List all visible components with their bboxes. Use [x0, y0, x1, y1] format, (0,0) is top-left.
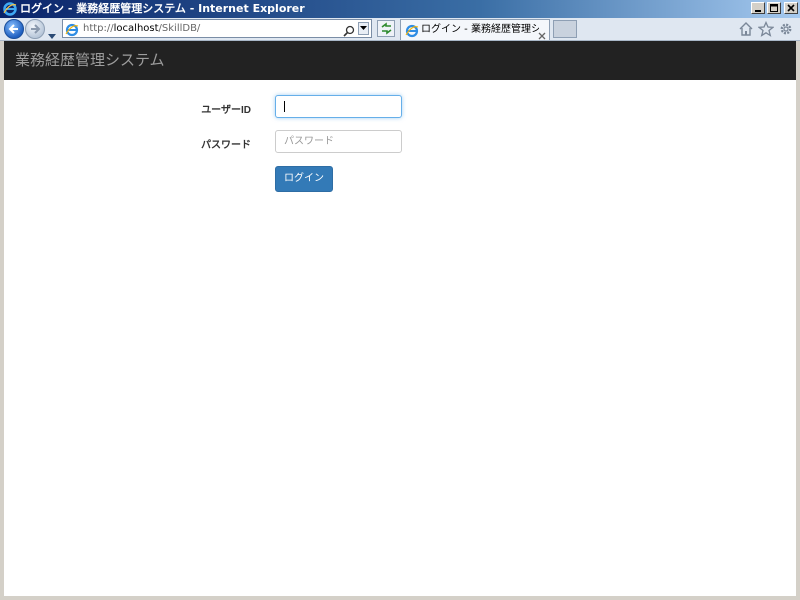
app-navbar: 業務経歴管理システム [4, 41, 796, 80]
star-icon[interactable] [757, 20, 775, 37]
back-arrow-icon [8, 24, 18, 34]
forward-button[interactable] [25, 19, 45, 39]
minimize-button[interactable] [751, 2, 765, 14]
tab-login[interactable]: ログイン - 業務経歴管理シス... [400, 19, 550, 40]
userid-input[interactable] [275, 95, 402, 118]
password-input[interactable]: パスワード [275, 130, 402, 153]
search-icon[interactable] [343, 22, 355, 41]
window-title-bar[interactable]: ログイン - 業務経歴管理システム - Internet Explorer [0, 0, 800, 18]
new-tab-button[interactable] [553, 20, 577, 38]
url-host: localhost [113, 23, 159, 34]
url-scheme: http:// [83, 23, 114, 34]
tab-label: ログイン - 業務経歴管理シス... [421, 24, 539, 35]
login-button[interactable]: ログイン [275, 166, 333, 192]
ie-page-icon [65, 22, 79, 41]
refresh-icon [381, 22, 392, 35]
address-url[interactable]: http://localhost/SkillDB/ [83, 20, 200, 37]
back-button[interactable] [4, 19, 24, 39]
userid-label: ユーザーID [201, 105, 251, 116]
close-button[interactable] [784, 2, 798, 14]
chevron-down-icon [48, 34, 56, 39]
ie-page-icon [405, 23, 419, 42]
address-bar[interactable]: http://localhost/SkillDB/ [62, 19, 372, 38]
refresh-button[interactable] [377, 20, 395, 37]
browser-content: 業務経歴管理システム ユーザーID パスワード パスワード ログイン [4, 41, 796, 596]
address-dropdown-button[interactable] [358, 22, 369, 35]
forward-arrow-icon [31, 24, 41, 34]
window-bottom-border [0, 596, 800, 600]
chevron-down-icon [360, 26, 367, 30]
password-placeholder: パスワード [284, 136, 334, 147]
app-brand[interactable]: 業務経歴管理システム [15, 41, 165, 80]
url-path: /SkillDB/ [158, 23, 201, 34]
window-title: ログイン - 業務経歴管理システム - Internet Explorer [20, 2, 305, 15]
maximize-button[interactable] [767, 2, 781, 14]
text-cursor [284, 101, 285, 112]
browser-navigation-bar: http://localhost/SkillDB/ ログイン - 業務経歴管理シ… [0, 18, 800, 41]
home-icon[interactable] [738, 21, 754, 37]
gear-icon[interactable] [778, 21, 794, 37]
password-label: パスワード [201, 140, 251, 151]
